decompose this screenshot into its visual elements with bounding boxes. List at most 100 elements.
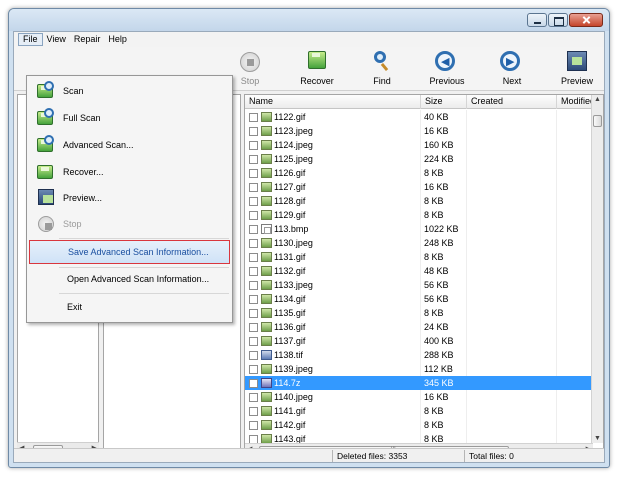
menu-recover[interactable]: Recover... (29, 160, 230, 184)
row-checkbox[interactable] (249, 378, 258, 388)
row-checkbox[interactable] (249, 210, 258, 220)
vertical-scroll-thumb[interactable] (593, 115, 602, 127)
row-checkbox[interactable] (249, 196, 258, 206)
row-checkbox[interactable] (249, 168, 258, 178)
row-checkbox[interactable] (249, 308, 258, 318)
table-row[interactable]: 1129.gif 8 KB (245, 208, 593, 222)
cell-name: 114.7z (245, 376, 421, 390)
table-row[interactable]: 1135.gif 8 KB (245, 306, 593, 320)
menu-help[interactable]: Help (104, 33, 131, 46)
row-checkbox[interactable] (249, 392, 258, 402)
preview-button[interactable]: Preview (549, 50, 605, 86)
table-row[interactable]: 1138.tif 288 KB (245, 348, 593, 362)
table-row[interactable]: 114.7z 345 KB (245, 376, 593, 390)
menu-full-scan[interactable]: Full Scan (29, 106, 230, 130)
table-row[interactable]: 1126.gif 8 KB (245, 166, 593, 180)
column-size[interactable]: Size (421, 95, 467, 109)
row-checkbox[interactable] (249, 364, 258, 374)
row-checkbox[interactable] (249, 224, 258, 234)
table-row[interactable]: 1136.gif 24 KB (245, 320, 593, 334)
row-checkbox[interactable] (249, 126, 258, 136)
file-name: 1123.jpeg (274, 126, 313, 136)
minimize-icon[interactable] (527, 13, 547, 27)
next-button[interactable]: ▶ Next (484, 50, 540, 86)
row-checkbox[interactable] (249, 140, 258, 150)
find-button[interactable]: Find (354, 50, 410, 86)
stop-icon (35, 214, 57, 234)
row-checkbox[interactable] (249, 238, 258, 248)
gif-file-icon (261, 154, 272, 164)
row-checkbox[interactable] (249, 112, 258, 122)
preview-icon (564, 50, 590, 74)
row-checkbox[interactable] (249, 406, 258, 416)
table-row[interactable]: 1137.gif 400 KB (245, 334, 593, 348)
vertical-scrollbar[interactable]: ▲ ▼ (591, 95, 603, 443)
table-row[interactable]: 1127.gif 16 KB (245, 180, 593, 194)
menu-exit[interactable]: Exit (29, 295, 230, 319)
table-row[interactable]: 1128.gif 8 KB (245, 194, 593, 208)
menu-file[interactable]: File (18, 33, 43, 46)
column-modified[interactable]: Modified (557, 95, 593, 109)
file-created (467, 222, 557, 236)
menu-open-advanced-scan[interactable]: Open Advanced Scan Information... (29, 267, 230, 291)
cell-name: 1139.jpeg (245, 362, 421, 376)
file-list: Name Size Created Modified 1122.gif 40 KB… (244, 94, 604, 456)
caption-buttons (526, 13, 603, 27)
table-row[interactable]: 1134.gif 56 KB (245, 292, 593, 306)
row-checkbox[interactable] (249, 182, 258, 192)
column-name[interactable]: Name (245, 95, 421, 109)
row-checkbox[interactable] (249, 322, 258, 332)
tif-file-icon (261, 350, 272, 360)
maximize-icon[interactable] (548, 13, 568, 27)
file-created (467, 152, 557, 166)
table-row[interactable]: 1124.jpeg 160 KB (245, 138, 593, 152)
title-bar[interactable] (9, 9, 609, 31)
file-created (467, 180, 557, 194)
row-checkbox[interactable] (249, 350, 258, 360)
row-checkbox[interactable] (249, 154, 258, 164)
close-icon[interactable] (569, 13, 603, 27)
column-created[interactable]: Created (467, 95, 557, 109)
row-checkbox[interactable] (249, 420, 258, 430)
gif-file-icon (261, 308, 272, 318)
table-row[interactable]: 1140.jpeg 16 KB (245, 390, 593, 404)
menu-recover-label: Recover... (63, 167, 104, 177)
table-row[interactable]: 1133.jpeg 56 KB (245, 278, 593, 292)
menu-repair[interactable]: Repair (70, 33, 105, 46)
scroll-down-icon[interactable]: ▼ (594, 435, 601, 442)
file-size: 56 KB (421, 278, 467, 292)
table-row[interactable]: 1141.gif 8 KB (245, 404, 593, 418)
row-checkbox[interactable] (249, 336, 258, 346)
row-checkbox[interactable] (249, 266, 258, 276)
file-created (467, 138, 557, 152)
table-row[interactable]: 1123.jpeg 16 KB (245, 124, 593, 138)
scroll-up-icon[interactable]: ▲ (594, 96, 601, 103)
row-checkbox[interactable] (249, 280, 258, 290)
table-row[interactable]: 1142.gif 8 KB (245, 418, 593, 432)
menu-preview[interactable]: Preview... (29, 186, 230, 210)
previous-button[interactable]: ◀ Previous (419, 50, 475, 86)
table-row[interactable]: 1139.jpeg 112 KB (245, 362, 593, 376)
table-row[interactable]: 1131.gif 8 KB (245, 250, 593, 264)
z-file-icon (261, 378, 272, 388)
recover-button[interactable]: Recover (289, 50, 345, 86)
table-row[interactable]: 1125.jpeg 224 KB (245, 152, 593, 166)
table-row[interactable]: 113.bmp 1022 KB (245, 222, 593, 236)
bmp-file-icon (261, 224, 272, 234)
file-modified (557, 362, 593, 376)
row-checkbox[interactable] (249, 252, 258, 262)
file-modified (557, 418, 593, 432)
file-modified (557, 110, 593, 124)
cell-name: 1138.tif (245, 348, 421, 362)
menu-save-advanced-scan[interactable]: Save Advanced Scan Information... (29, 240, 230, 264)
table-row[interactable]: 1122.gif 40 KB (245, 110, 593, 124)
row-checkbox[interactable] (249, 294, 258, 304)
file-name: 1128.gif (274, 196, 306, 206)
table-row[interactable]: 1132.gif 48 KB (245, 264, 593, 278)
file-size: 8 KB (421, 208, 467, 222)
menu-advanced-scan[interactable]: Advanced Scan... (29, 133, 230, 157)
file-modified (557, 236, 593, 250)
menu-scan[interactable]: Scan (29, 79, 230, 103)
table-row[interactable]: 1130.jpeg 248 KB (245, 236, 593, 250)
menu-view[interactable]: View (43, 33, 70, 46)
